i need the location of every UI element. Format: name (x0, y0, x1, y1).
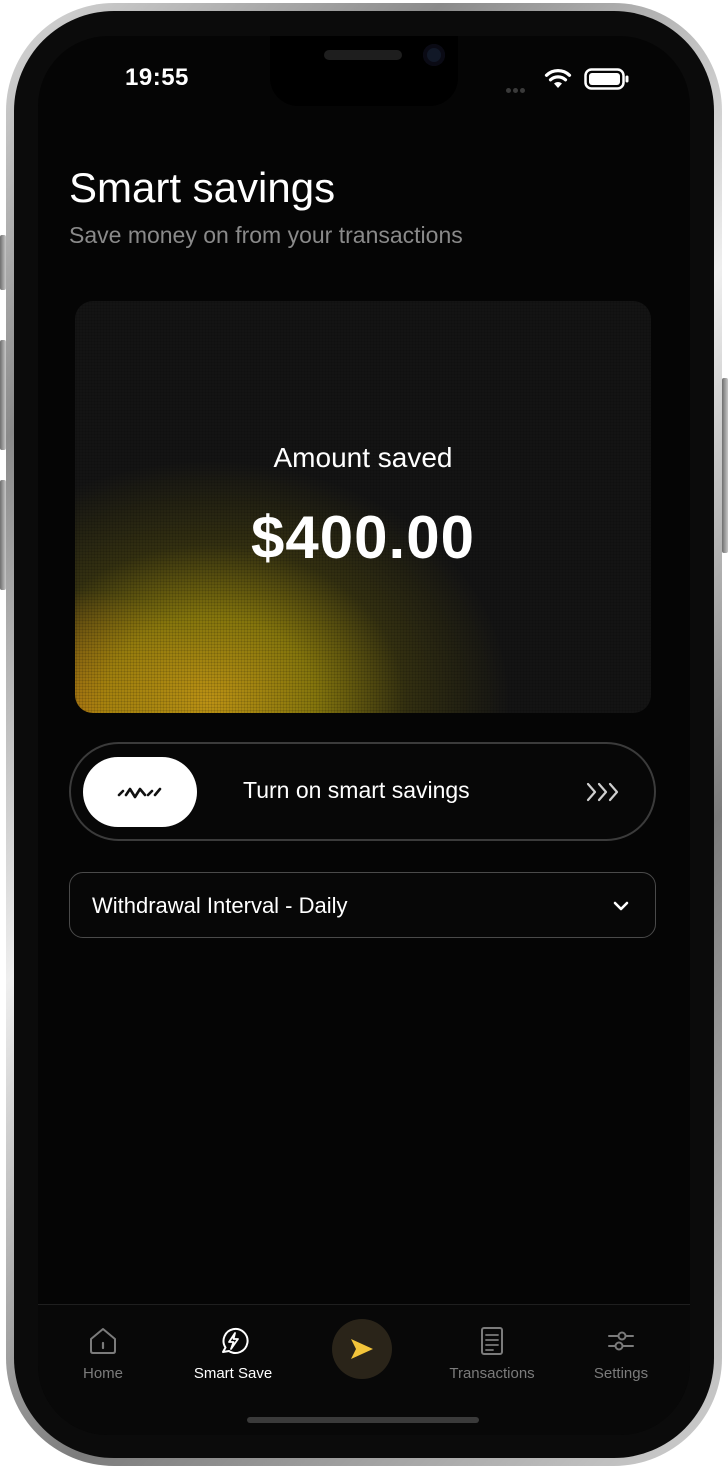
amount-saved-label: Amount saved (273, 442, 453, 473)
nav-item-smart-save[interactable]: Smart Save (178, 1325, 288, 1382)
document-icon (481, 1327, 503, 1355)
chevron-down-icon (613, 901, 629, 911)
battery-icon (584, 68, 629, 90)
nav-label-home: Home (82, 1365, 123, 1382)
speaker-grille (324, 50, 402, 60)
side-button-volume-down (0, 480, 6, 590)
app-screen: 19:55 Smart savings Save money on from y… (38, 36, 690, 1435)
nav-label-settings: Settings (593, 1365, 649, 1382)
withdrawal-interval-select[interactable]: Withdrawal Interval - Daily (69, 872, 656, 938)
amount-saved-value: $400.00 (251, 504, 475, 571)
bottom-nav: Home Smart Save Transactions Settings (38, 1304, 690, 1435)
triple-chevron-right-icon (586, 782, 619, 802)
page-subtitle: Save money on from your transactions (69, 222, 463, 248)
cellular-signal-icon (506, 80, 528, 93)
send-icon (351, 1339, 373, 1359)
nav-item-transactions[interactable]: Transactions (437, 1325, 547, 1382)
smart-savings-slider[interactable]: Turn on smart savings (69, 742, 656, 841)
front-camera (423, 44, 445, 66)
smart-save-icon (222, 1327, 249, 1354)
side-button-volume-up (0, 340, 6, 450)
nav-label-smart-save: Smart Save (193, 1365, 273, 1382)
home-icon (90, 1328, 116, 1354)
slider-knob[interactable] (83, 757, 197, 827)
home-indicator[interactable] (247, 1417, 479, 1423)
page-title: Smart savings (69, 164, 336, 211)
nav-label-transactions: Transactions (449, 1365, 535, 1382)
side-button-silent (0, 235, 6, 290)
nav-item-settings[interactable]: Settings (566, 1325, 676, 1382)
withdrawal-interval-value: Withdrawal Interval - Daily (92, 893, 348, 918)
send-button[interactable] (332, 1319, 392, 1379)
amount-saved-card: Amount saved $400.00 (75, 301, 651, 713)
smart-savings-label: Turn on smart savings (243, 777, 470, 803)
squiggle-line-icon (117, 787, 162, 799)
nav-item-home[interactable]: Home (48, 1325, 158, 1382)
side-button-power (722, 378, 728, 553)
sliders-icon (608, 1331, 634, 1351)
wifi-icon (544, 69, 572, 88)
notch (270, 36, 458, 106)
status-time: 19:55 (125, 64, 189, 91)
